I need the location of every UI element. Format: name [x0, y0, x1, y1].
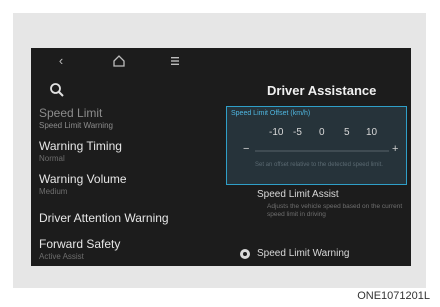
scale-tick: -10 [269, 127, 284, 138]
radio-selected-icon[interactable] [240, 249, 250, 259]
search-icon[interactable] [49, 82, 65, 98]
plus-button[interactable]: + [392, 143, 398, 155]
option-speed-limit-warning[interactable]: Speed Limit Warning [257, 248, 405, 259]
minus-button[interactable]: − [243, 143, 249, 155]
offset-slider[interactable] [255, 150, 389, 152]
menu-icon[interactable] [165, 51, 185, 71]
chevron-left-icon[interactable]: ‹ [51, 51, 71, 71]
menu-item-sub: Active Assist [39, 252, 84, 261]
menu-item-title: Driver Attention Warning [39, 211, 169, 225]
option-title: Speed Limit Assist [257, 189, 339, 200]
offset-label: Speed Limit Offset (km/h) [231, 110, 311, 117]
menu-item-sub: Medium [39, 187, 68, 196]
scale-tick: 5 [344, 127, 350, 138]
menu-item-title: Speed Limit [39, 106, 103, 120]
speed-limit-offset-control[interactable]: Speed Limit Offset (km/h) -10 -5 0 5 10 … [226, 106, 407, 185]
scale-tick: -5 [293, 127, 302, 138]
menu-item-warning-volume[interactable]: Warning Volume Medium [39, 172, 219, 196]
option-description: Adjusts the vehicle speed based on the c… [267, 203, 403, 218]
panel-title: Driver Assistance [267, 83, 377, 98]
home-icon[interactable] [109, 51, 129, 71]
scale-tick: 10 [366, 127, 378, 138]
offset-description: Set an offset relative to the detected s… [255, 162, 383, 168]
menu-item-sub: Normal [39, 154, 65, 163]
page: ‹ Speed Limit Speed Limit Warning Warnin… [0, 0, 440, 307]
figure-code: ONE1071201L [357, 290, 430, 302]
menu-item-title: Warning Volume [39, 172, 127, 186]
menu-item-warning-timing[interactable]: Warning Timing Normal [39, 139, 219, 163]
scale-tick: 0 [319, 127, 325, 138]
menu-item-title: Warning Timing [39, 139, 122, 153]
menu-item-speed-limit[interactable]: Speed Limit Speed Limit Warning [39, 106, 219, 130]
top-nav-bar: ‹ [31, 48, 201, 74]
infotainment-screen: ‹ Speed Limit Speed Limit Warning Warnin… [31, 48, 411, 266]
option-title: Speed Limit Warning [257, 248, 350, 259]
offset-scale: -10 -5 0 5 10 [267, 127, 377, 141]
menu-item-title: Forward Safety [39, 237, 121, 251]
menu-item-driver-attention[interactable]: Driver Attention Warning [39, 211, 219, 225]
menu-item-sub: Speed Limit Warning [39, 121, 113, 130]
menu-item-forward-safety[interactable]: Forward Safety Active Assist [39, 237, 219, 261]
option-speed-limit-assist[interactable]: Speed Limit Assist Adjusts the vehicle s… [257, 189, 405, 219]
